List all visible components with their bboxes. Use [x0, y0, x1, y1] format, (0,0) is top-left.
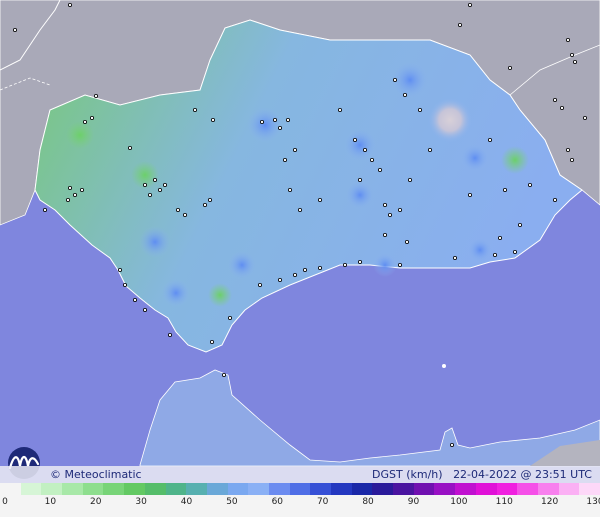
color-scale-legend: 0 10 20 30 40 50 60 70 80 90 100 110 120 130 — [0, 483, 600, 517]
variable-label: DGST (km/h) — [372, 468, 443, 481]
north-africa-land — [139, 369, 600, 467]
scale-swatch — [62, 483, 83, 495]
scale-swatch — [227, 483, 249, 495]
scale-swatch — [186, 483, 207, 495]
scale-swatch — [517, 483, 538, 495]
scale-label: 20 — [90, 497, 102, 507]
scale-swatch — [165, 483, 187, 495]
scale-swatch — [475, 483, 497, 495]
wind-spot — [468, 238, 492, 262]
scale-swatch — [496, 483, 518, 495]
wind-spot — [66, 121, 94, 149]
map-title: DGST (km/h) 22-04-2022 @ 23:51 UTC — [372, 466, 592, 483]
wind-spot — [247, 107, 283, 143]
scale-swatch — [413, 483, 435, 495]
scale-label: 50 — [226, 497, 238, 507]
scale-label: 0 — [2, 497, 8, 507]
wind-spot — [392, 62, 428, 98]
scale-swatch — [372, 483, 394, 495]
high-wind-spot — [428, 98, 472, 142]
scale-label: 110 — [495, 497, 513, 507]
scale-swatch — [20, 483, 42, 495]
scale-swatch — [331, 483, 352, 495]
scale-label: 40 — [180, 497, 193, 507]
timestamp: 22-04-2022 @ 23:51 UTC — [453, 468, 592, 481]
wind-spot — [344, 129, 376, 161]
scale-label: 70 — [316, 497, 329, 507]
scale-swatch — [434, 483, 456, 495]
wind-spot — [162, 279, 190, 307]
scale-swatch — [310, 483, 331, 495]
scale-label: 90 — [407, 497, 420, 507]
alboran-island — [442, 364, 446, 368]
scale-swatch — [558, 483, 580, 495]
wind-spot — [228, 251, 256, 279]
wind-spot — [139, 226, 171, 258]
scale-label: 100 — [450, 497, 468, 507]
scale-swatch — [41, 483, 63, 495]
scale-swatch — [393, 483, 414, 495]
wind-spot — [373, 253, 397, 277]
wind-spot — [208, 283, 232, 307]
wind-gust-map — [0, 0, 600, 467]
scale-swatch — [144, 483, 166, 495]
scale-label: 30 — [135, 497, 147, 507]
scale-swatches — [0, 483, 600, 495]
scale-swatch — [82, 483, 104, 495]
scale-swatch — [268, 483, 290, 495]
scale-swatch — [0, 483, 21, 495]
brand-credit: © Meteoclimatic — [50, 468, 142, 481]
scale-labels: 0 10 20 30 40 50 60 70 80 90 100 110 120 130 — [0, 497, 600, 513]
wind-spot — [346, 181, 374, 209]
scale-label: 10 — [44, 497, 57, 507]
scale-swatch — [455, 483, 476, 495]
scale-swatch — [579, 483, 600, 495]
scale-swatch — [248, 483, 269, 495]
scale-label: 130 — [586, 497, 600, 507]
scale-label: 120 — [541, 497, 559, 507]
scale-swatch — [206, 483, 228, 495]
scale-swatch — [289, 483, 311, 495]
scale-swatch — [124, 483, 145, 495]
scale-swatch — [351, 483, 373, 495]
scale-swatch — [537, 483, 559, 495]
wind-spot — [501, 146, 529, 174]
scale-swatch — [103, 483, 125, 495]
map-footer: © Meteoclimatic DGST (km/h) 22-04-2022 @… — [0, 466, 600, 483]
wind-spot — [461, 144, 489, 172]
scale-label: 60 — [271, 497, 284, 507]
scale-label: 80 — [362, 497, 374, 507]
